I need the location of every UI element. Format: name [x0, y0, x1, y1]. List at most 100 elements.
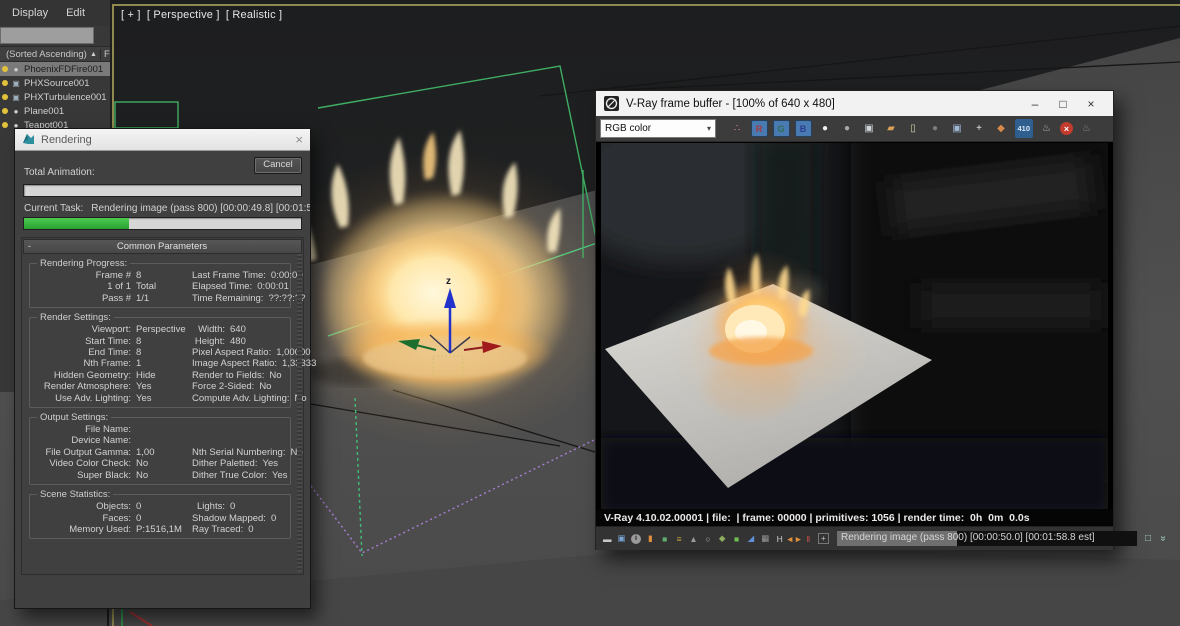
viewport-shading-menu[interactable]: [ Realistic ]: [226, 9, 282, 21]
lut-icon[interactable]: H: [775, 532, 785, 546]
white-balance-icon[interactable]: ○: [703, 532, 713, 546]
display-correction-icon[interactable]: ▣: [617, 532, 627, 546]
parameter-row: Viewport:PerspectiveWidth:640: [32, 324, 288, 335]
monochrome-icon[interactable]: ●: [839, 120, 856, 137]
render-last-icon[interactable]: ♨: [1038, 120, 1055, 137]
object-type-icon: ▣: [11, 79, 21, 88]
render-settings-group: Render Settings: Viewport:PerspectiveWid…: [29, 317, 291, 408]
explorer-item-row[interactable]: ▣ PHXTurbulence001: [0, 90, 110, 104]
compare-badge-icon[interactable]: 410: [1015, 119, 1034, 138]
vfb-toolbar: RGB color ▾ ∴ R G B ● ● ▣: [596, 116, 1113, 142]
current-task-progressbar: [23, 217, 302, 230]
common-parameters-rollout[interactable]: - Common Parameters: [23, 239, 302, 254]
3dsmax-logo-icon: [22, 133, 35, 146]
info-icon[interactable]: i: [631, 534, 641, 544]
clear-image-icon[interactable]: ●: [927, 120, 944, 137]
vfb-titlebar[interactable]: V-Ray frame buffer - [100% of 640 x 480]…: [596, 91, 1113, 116]
layer-color-dot: [2, 94, 8, 100]
load-image-icon[interactable]: ▰: [883, 120, 900, 137]
detach-image-icon[interactable]: □: [1145, 533, 1151, 544]
viewport-pov-menu[interactable]: [ Perspective ]: [147, 9, 220, 21]
explorer-column-header[interactable]: (Sorted Ascending) ▲ F: [0, 46, 110, 62]
window-controls: – □ ×: [1021, 97, 1105, 111]
close-button[interactable]: ×: [1077, 97, 1105, 111]
vray-frame-buffer-window: V-Ray frame buffer - [100% of 640 x 480]…: [595, 90, 1114, 550]
rollout-scrollbar[interactable]: [297, 254, 302, 572]
force-color-clamping-icon[interactable]: ▮: [645, 532, 655, 546]
rendering-progress-group: Rendering Progress: Frame #8Last Frame T…: [29, 263, 291, 308]
progress-fill: [24, 218, 129, 229]
copy-clipboard-icon[interactable]: ▯: [905, 120, 922, 137]
alpha-channel-icon[interactable]: ●: [817, 120, 834, 137]
rendering-dialog-titlebar[interactable]: Rendering ×: [15, 129, 310, 151]
red-channel-button[interactable]: R: [751, 120, 768, 137]
parameter-row: Device Name:: [32, 435, 288, 446]
3dsmax-application: z [ + ] [ Perspective ] [ Realistic ] Di…: [0, 0, 1180, 626]
gizmo-z-label: z: [446, 276, 451, 287]
duplicate-buffer-icon[interactable]: ▣: [949, 120, 966, 137]
group-title: Rendering Progress:: [37, 258, 130, 269]
preview-window-icon[interactable]: ▬: [602, 532, 612, 546]
hue-saturation-icon[interactable]: ◆: [717, 532, 727, 546]
layer-color-dot: [2, 108, 8, 114]
explorer-item-row[interactable]: ▣ PHXSource001: [0, 76, 110, 90]
vfb-progress-text: Rendering image (pass 800) [00:00:50.0] …: [841, 532, 1095, 543]
explorer-item-row[interactable]: ● PhoenixFDFire001: [0, 62, 110, 76]
output-settings-group: Output Settings: File Name: Device Name:…: [29, 417, 291, 485]
parameter-row: Render Atmosphere:YesForce 2-Sided:No: [32, 381, 288, 392]
parameter-row: Faces:0Shadow Mapped:0: [32, 513, 288, 524]
color-balance-icon[interactable]: ■: [732, 532, 742, 546]
cancel-button[interactable]: Cancel: [254, 157, 302, 174]
explorer-search-input[interactable]: [0, 27, 94, 44]
parameter-row: End Time:8Pixel Aspect Ratio:1,00000: [32, 347, 288, 358]
interactive-render-icon[interactable]: ♨: [1078, 120, 1095, 137]
vray-logo-icon: [604, 96, 619, 111]
current-task-line: Current Task:Rendering image (pass 800) …: [15, 197, 310, 214]
parameter-row: Frame #8Last Frame Time:0:00:00: [32, 270, 288, 281]
stop-render-button[interactable]: ×: [1060, 122, 1073, 135]
blue-channel-button[interactable]: B: [795, 120, 812, 137]
save-image-icon[interactable]: ▣: [861, 120, 878, 137]
collapse-icon[interactable]: -: [24, 241, 35, 252]
object-name-label: PHXTurbulence001: [24, 92, 107, 103]
group-title: Output Settings:: [37, 412, 111, 423]
total-animation-progressbar: [23, 184, 302, 197]
group-title: Scene Statistics:: [37, 489, 113, 500]
sort-ascending-icon[interactable]: ▲: [90, 51, 100, 58]
pixel-information-icon[interactable]: ≡: [674, 532, 684, 546]
collapse-chevron-icon[interactable]: »: [1157, 536, 1168, 542]
stamp-icon[interactable]: +: [818, 533, 829, 544]
vfb-rendered-image: [596, 142, 1113, 509]
maximize-button[interactable]: □: [1049, 97, 1077, 111]
close-icon[interactable]: ×: [295, 133, 303, 146]
green-channel-button[interactable]: G: [773, 120, 790, 137]
explorer-item-row[interactable]: ● Plane001: [0, 104, 110, 118]
object-type-icon: ●: [11, 65, 21, 74]
current-task-value: Rendering image (pass 800) [00:00:49.8] …: [91, 203, 310, 214]
track-mouse-icon[interactable]: +: [971, 120, 988, 137]
total-animation-label: Total Animation:: [24, 167, 95, 178]
column-name-header[interactable]: (Sorted Ascending): [0, 49, 90, 60]
rendering-dialog: Rendering × Total Animation: Cancel Curr…: [14, 128, 311, 609]
exposure-icon[interactable]: ▦: [760, 532, 770, 546]
column-frozen-header[interactable]: F: [100, 49, 110, 60]
region-render-icon[interactable]: ◆: [993, 120, 1010, 137]
ab-compare-icon[interactable]: ‖: [803, 532, 813, 546]
compare-horizontal-icon[interactable]: ◄►: [789, 532, 799, 546]
channel-select-dropdown[interactable]: RGB color ▾: [600, 119, 716, 138]
histogram-icon[interactable]: ▲: [688, 532, 698, 546]
menu-display[interactable]: Display: [12, 7, 48, 19]
view-clamped-colors-icon[interactable]: ■: [660, 532, 670, 546]
color-channels-icon[interactable]: ∴: [729, 120, 746, 137]
menu-edit[interactable]: Edit: [66, 7, 85, 19]
object-name-label: Plane001: [24, 106, 64, 117]
curve-correction-icon[interactable]: ◢: [746, 532, 756, 546]
object-type-icon: ▣: [11, 93, 21, 102]
channel-select-value: RGB color: [605, 123, 707, 134]
layer-color-dot: [2, 66, 8, 72]
minimize-button[interactable]: –: [1021, 97, 1049, 111]
parameter-row: Hidden Geometry:HideRender to Fields:No: [32, 370, 288, 381]
rollout-panel: - Common Parameters Rendering Progress: …: [21, 237, 304, 575]
rollout-title: Common Parameters: [35, 241, 301, 252]
viewport-general-menu[interactable]: [ + ]: [121, 9, 141, 21]
